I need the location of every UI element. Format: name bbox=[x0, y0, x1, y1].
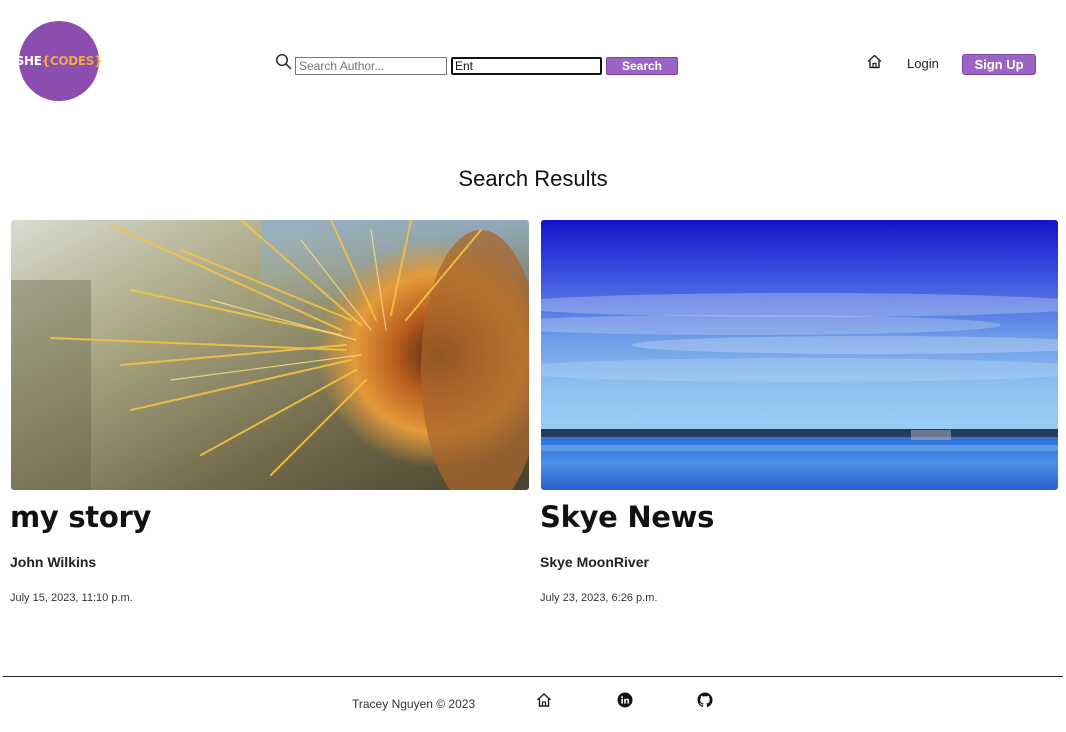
search-button[interactable]: Search bbox=[606, 57, 678, 75]
story-date: July 23, 2023, 6:26 p.m. bbox=[540, 592, 658, 604]
logo-codes-text: {CODES} bbox=[41, 54, 103, 68]
search-icon bbox=[275, 53, 292, 70]
result-card[interactable]: my story John Wilkins July 15, 2023, 11:… bbox=[10, 220, 529, 604]
page-title: Search Results bbox=[458, 166, 608, 191]
signup-button[interactable]: Sign Up bbox=[962, 54, 1036, 75]
home-icon[interactable] bbox=[866, 53, 883, 70]
story-image-lake[interactable] bbox=[541, 220, 1058, 490]
story-author: John Wilkins bbox=[10, 554, 97, 570]
footer-divider bbox=[3, 676, 1063, 677]
github-icon[interactable] bbox=[697, 692, 713, 708]
search-author-input[interactable] bbox=[295, 57, 447, 75]
story-title[interactable]: my story bbox=[10, 500, 529, 534]
story-author: Skye MoonRiver bbox=[540, 554, 649, 570]
story-date: July 15, 2023, 11:10 p.m. bbox=[10, 592, 133, 604]
login-link[interactable]: Login bbox=[907, 56, 939, 71]
linkedin-icon[interactable] bbox=[617, 692, 633, 708]
logo[interactable]: SHE {CODES} bbox=[15, 21, 103, 101]
search-title-input[interactable] bbox=[451, 57, 602, 75]
home-icon[interactable] bbox=[536, 692, 552, 708]
logo-she-text: SHE bbox=[15, 54, 42, 68]
footer-credit: Tracey Nguyen © 2023 bbox=[352, 697, 476, 711]
story-title[interactable]: Skye News bbox=[540, 500, 1058, 534]
result-card[interactable]: Skye News Skye MoonRiver July 23, 2023, … bbox=[540, 220, 1058, 604]
story-image-cactus[interactable] bbox=[11, 220, 529, 490]
